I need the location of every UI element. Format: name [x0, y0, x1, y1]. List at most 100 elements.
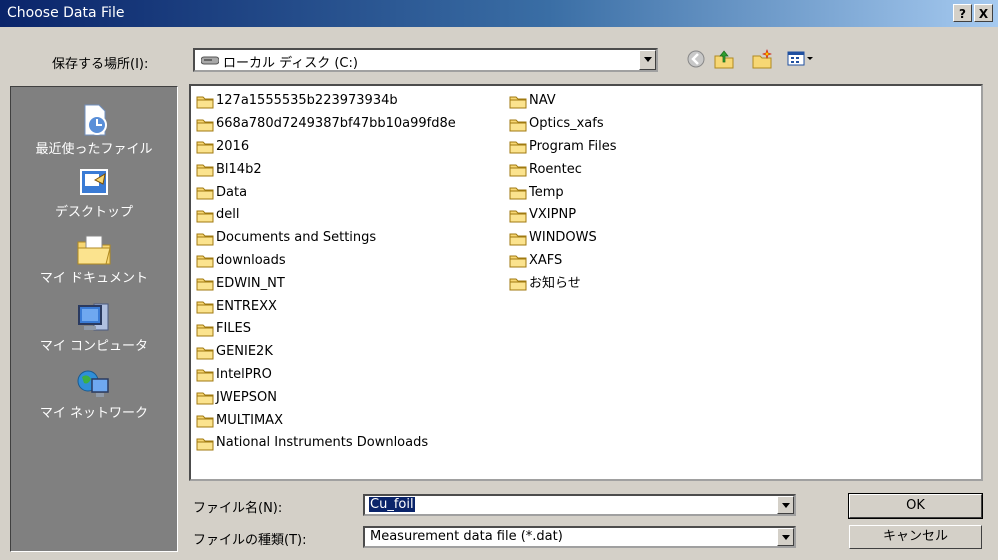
folder-item[interactable]: WINDOWS — [509, 227, 617, 250]
file-list-column-1: 127a1555535b223973934b 668a780d7249387bf4… — [196, 90, 456, 455]
folder-name: Temp — [529, 184, 564, 200]
window-title: Choose Data File — [7, 5, 125, 21]
folder-name: VXIPNP — [529, 207, 577, 223]
folder-item[interactable]: Data — [196, 181, 456, 204]
close-button[interactable]: X — [974, 4, 993, 22]
my-documents-icon — [77, 235, 111, 265]
folder-icon — [509, 96, 527, 109]
folder-icon — [196, 392, 214, 405]
folder-item[interactable]: FILES — [196, 318, 456, 341]
folder-icon — [509, 187, 527, 200]
look-in-dropdown[interactable]: ローカル ディスク (C:) — [193, 48, 658, 72]
look-in-dropdown-arrow[interactable] — [639, 50, 656, 70]
folder-item[interactable]: VXIPNP — [509, 204, 617, 227]
places-item-label: マイ ドキュメント — [39, 271, 149, 286]
places-item-my-documents[interactable]: マイ ドキュメント — [11, 232, 177, 286]
folder-icon — [509, 255, 527, 268]
up-folder-icon[interactable] — [713, 49, 735, 69]
folder-icon — [196, 369, 214, 382]
places-item-desktop[interactable]: デスクトップ — [11, 166, 177, 220]
filetype-dropdown[interactable]: Measurement data file (*.dat) — [363, 526, 796, 548]
places-item-label: 最近使ったファイル — [35, 142, 153, 157]
folder-icon — [196, 187, 214, 200]
folder-name: Bl14b2 — [216, 161, 262, 177]
filetype-dropdown-arrow[interactable] — [777, 528, 794, 546]
folder-name: GENIE2K — [216, 344, 273, 360]
folder-icon — [196, 438, 214, 451]
folder-icon — [509, 164, 527, 177]
folder-name: XAFS — [529, 252, 563, 268]
folder-name: National Instruments Downloads — [216, 435, 429, 451]
file-list[interactable]: 127a1555535b223973934b 668a780d7249387bf4… — [189, 84, 983, 481]
desktop-icon — [80, 169, 108, 195]
folder-icon — [196, 347, 214, 360]
folder-item[interactable]: Program Files — [509, 136, 617, 159]
folder-item[interactable]: Optics_xafs — [509, 113, 617, 136]
folder-item[interactable]: XAFS — [509, 250, 617, 273]
folder-icon — [196, 255, 214, 268]
folder-item[interactable]: GENIE2K — [196, 341, 456, 364]
folder-name: Optics_xafs — [529, 116, 604, 132]
folder-item[interactable]: 2016 — [196, 136, 456, 159]
folder-item[interactable]: Bl14b2 — [196, 158, 456, 181]
folder-name: dell — [216, 207, 240, 223]
folder-item[interactable]: NAV — [509, 90, 617, 113]
folder-item[interactable]: MULTIMAX — [196, 409, 456, 432]
folder-name: Documents and Settings — [216, 230, 377, 246]
folder-item[interactable]: Temp — [509, 181, 617, 204]
folder-name: JWEPSON — [216, 389, 277, 405]
folder-item[interactable]: Roentec — [509, 158, 617, 181]
folder-name: 127a1555535b223973934b — [216, 93, 398, 109]
folder-name: downloads — [216, 252, 286, 268]
places-item-my-computer[interactable]: マイ コンピュータ — [11, 300, 177, 354]
folder-name: IntelPRO — [216, 366, 272, 382]
cancel-button[interactable]: キャンセル — [849, 525, 982, 549]
folder-name: お知らせ — [529, 275, 581, 291]
my-computer-icon — [78, 303, 109, 331]
folder-item[interactable]: 668a780d7249387bf47bb10a99fd8e — [196, 113, 456, 136]
folder-item[interactable]: IntelPRO — [196, 364, 456, 387]
view-menu-icon[interactable] — [787, 49, 815, 69]
folder-item[interactable]: dell — [196, 204, 456, 227]
folder-item[interactable]: 127a1555535b223973934b — [196, 90, 456, 113]
folder-item[interactable]: JWEPSON — [196, 386, 456, 409]
my-network-icon — [77, 370, 109, 397]
folder-name: 2016 — [216, 138, 250, 154]
back-icon[interactable] — [686, 49, 706, 69]
folder-icon — [509, 141, 527, 154]
ok-button[interactable]: OK — [848, 493, 983, 519]
places-item-my-network[interactable]: マイ ネットワーク — [11, 367, 177, 421]
folder-icon — [196, 233, 214, 246]
places-item-label: マイ コンピュータ — [39, 339, 149, 354]
look-in-value: ローカル ディスク (C:) — [223, 56, 358, 71]
folder-name: NAV — [529, 93, 556, 109]
folder-item[interactable]: ENTREXX — [196, 295, 456, 318]
title-bar[interactable]: Choose Data File ? X — [0, 0, 998, 27]
folder-name: ENTREXX — [216, 298, 277, 314]
folder-icon — [509, 210, 527, 223]
filename-input[interactable]: Cu_foil — [363, 494, 796, 516]
folder-icon — [509, 233, 527, 246]
filename-dropdown-arrow[interactable] — [777, 496, 794, 514]
folder-name: WINDOWS — [529, 230, 597, 246]
recent-icon — [84, 104, 107, 136]
folder-icon — [196, 164, 214, 177]
folder-item[interactable]: National Instruments Downloads — [196, 432, 456, 455]
folder-item[interactable]: Documents and Settings — [196, 227, 456, 250]
places-bar: 最近使ったファイル デスクトップ マイ ドキュメント マイ コンピュータ マイ … — [10, 86, 178, 552]
folder-item[interactable]: downloads — [196, 250, 456, 273]
folder-name: EDWIN_NT — [216, 275, 285, 291]
new-folder-icon[interactable] — [751, 49, 773, 69]
folder-icon — [196, 210, 214, 223]
filename-value: Cu_foil — [369, 497, 415, 512]
folder-name: 668a780d7249387bf47bb10a99fd8e — [216, 116, 456, 132]
folder-item[interactable]: お知らせ — [509, 272, 617, 295]
folder-icon — [509, 119, 527, 132]
help-button[interactable]: ? — [953, 4, 972, 22]
folder-item[interactable]: EDWIN_NT — [196, 272, 456, 295]
places-item-recent[interactable]: 最近使ったファイル — [11, 103, 177, 157]
places-item-label: マイ ネットワーク — [39, 406, 149, 421]
folder-icon — [196, 278, 214, 291]
filetype-value: Measurement data file (*.dat) — [370, 529, 563, 544]
folder-icon — [196, 301, 214, 314]
